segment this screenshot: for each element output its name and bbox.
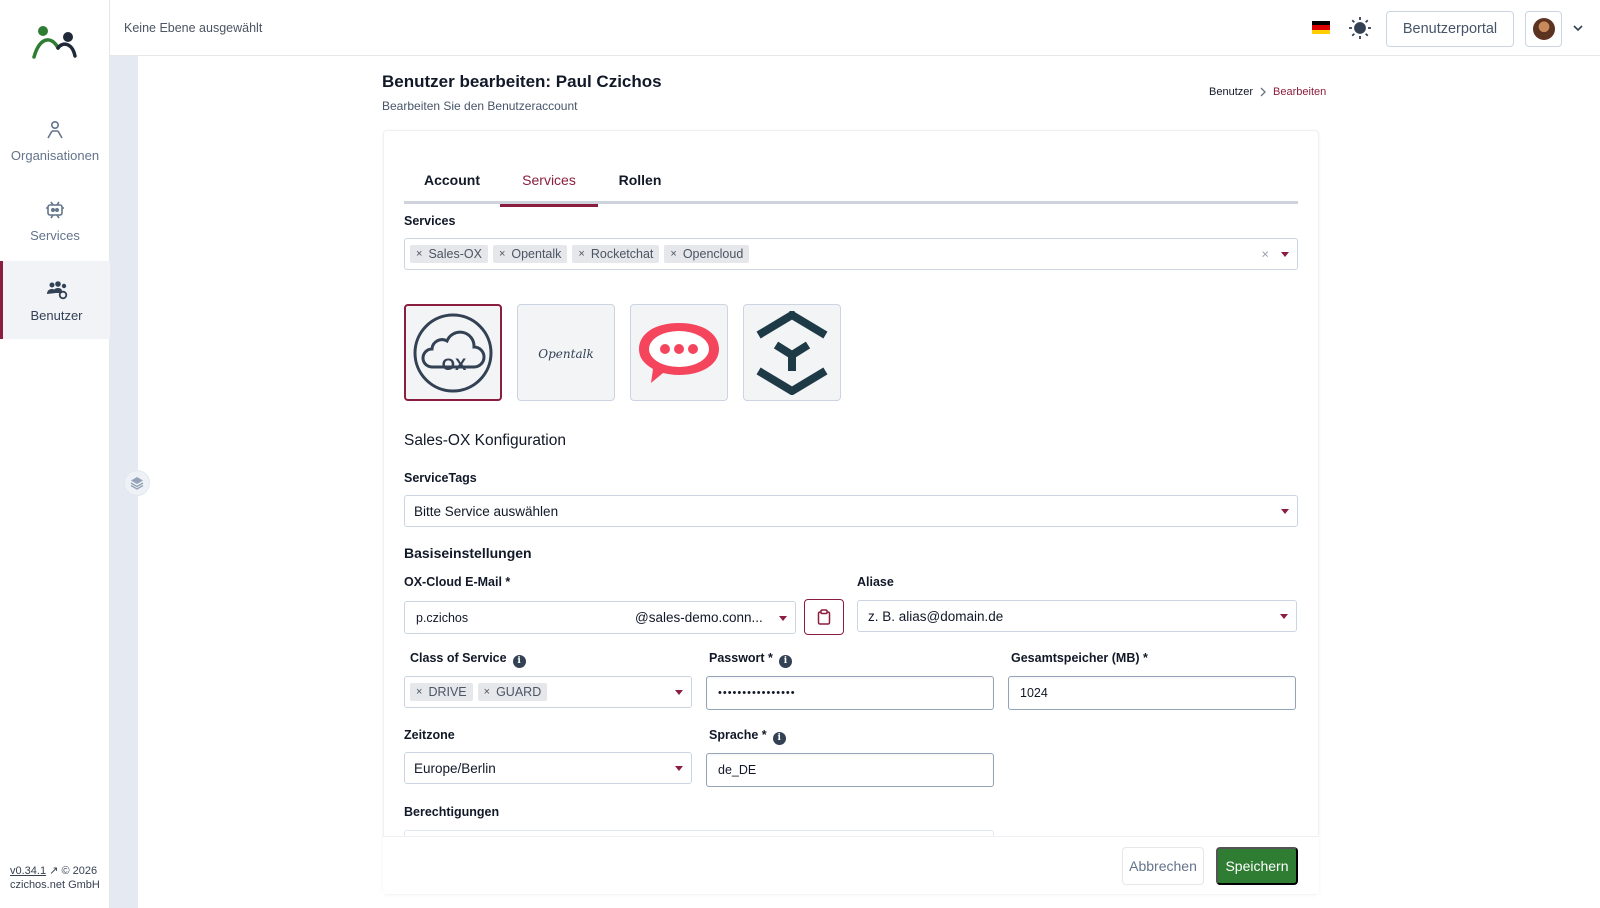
service-tile-opencloud[interactable] (743, 304, 841, 401)
cos-label: Class of Service i (410, 651, 526, 668)
version-link[interactable]: v0.34.1 (10, 865, 46, 877)
email-local-part[interactable]: p.czichos (416, 611, 468, 625)
permissions-label: Berechtigungen (404, 805, 500, 819)
page-subtitle: Bearbeiten Sie den Benutzeraccount (382, 99, 578, 113)
sidebar-item-services[interactable]: Services (0, 181, 110, 259)
chevron-down-icon[interactable] (1571, 21, 1585, 35)
basic-settings-title: Basiseinstellungen (404, 545, 532, 561)
sales-ox-config-title: Sales-OX Konfiguration (404, 432, 566, 449)
cancel-button[interactable]: Abbrechen (1122, 847, 1204, 885)
tab-rollen[interactable]: Rollen (598, 155, 682, 204)
dropdown-caret-icon[interactable] (779, 615, 787, 621)
sidebar-item-label: Organisationen (10, 147, 100, 163)
opencloud-logo (756, 310, 828, 395)
storage-field[interactable]: 1024 (1008, 676, 1296, 710)
service-tile-sales-ox[interactable]: OX (404, 304, 502, 401)
clipboard-icon (817, 609, 831, 625)
breadcrumb-benutzer[interactable]: Benutzer (1209, 86, 1253, 98)
sidebar-item-label: Benutzer (30, 307, 83, 323)
user-portal-button[interactable]: Benutzerportal (1386, 11, 1514, 47)
sidebar: Organisationen Services Benutzer v0.34.1… (0, 0, 110, 908)
sidebar-item-label: Services (30, 227, 80, 243)
timezone-value: Europe/Berlin (414, 760, 496, 776)
language-label: Sprache * i (709, 728, 786, 745)
remove-chip-icon[interactable]: × (499, 248, 505, 260)
service-chip[interactable]: × Sales-OX (410, 245, 488, 263)
cos-chip[interactable]: × GUARD (477, 683, 548, 701)
version-footer: v0.34.1 ↗ © 2026 czichos.net GmbH (10, 864, 100, 892)
tab-bar: Account Services Rollen (404, 155, 1298, 207)
svg-text:OX: OX (442, 355, 467, 374)
copy-email-button[interactable] (804, 599, 844, 635)
ox-cloud-logo: OX (413, 313, 493, 392)
remove-chip-icon[interactable]: × (416, 248, 422, 260)
breadcrumb-bearbeiten: Bearbeiten (1273, 86, 1327, 98)
remove-chip-icon[interactable]: × (578, 248, 584, 260)
opentalk-logo: Opentalk (538, 347, 593, 361)
servicetags-label: ServiceTags (404, 471, 477, 485)
service-tile-rocketchat[interactable] (630, 304, 728, 401)
language-field[interactable]: de_DE (706, 753, 994, 787)
layers-icon (130, 477, 144, 490)
servicetags-select[interactable]: Bitte Service auswählen (404, 495, 1298, 527)
services-icon (46, 201, 64, 218)
email-label: OX-Cloud E-Mail * (404, 575, 511, 589)
company-name: czichos.net GmbH (10, 879, 100, 891)
dropdown-caret-icon[interactable] (675, 690, 683, 695)
password-field[interactable]: •••••••••••••••• (706, 676, 994, 710)
german-flag-icon[interactable] (1312, 21, 1330, 34)
tab-services[interactable]: Services (500, 155, 598, 207)
organization-icon (47, 120, 63, 138)
info-icon[interactable]: i (772, 732, 786, 745)
servicetags-placeholder: Bitte Service auswählen (414, 503, 559, 519)
service-chip[interactable]: × Opentalk (492, 245, 568, 263)
dropdown-caret-icon[interactable] (1280, 614, 1288, 619)
dropdown-caret-icon[interactable] (1281, 509, 1289, 514)
timezone-label: Zeitzone (404, 728, 455, 742)
password-label: Passwort * i (709, 651, 792, 668)
info-icon[interactable]: i (512, 655, 526, 668)
alias-label: Aliase (857, 575, 894, 589)
cos-multiselect[interactable]: × DRIVE × GUARD (404, 676, 692, 708)
sidebar-item-organisationen[interactable]: Organisationen (0, 101, 110, 179)
services-label: Services (404, 214, 456, 228)
app-logo[interactable] (28, 22, 80, 64)
clear-all-icon[interactable]: × (1261, 247, 1269, 262)
dropdown-caret-icon[interactable] (675, 766, 683, 771)
email-field[interactable]: p.czichos @sales-demo.conn... (404, 601, 796, 634)
remove-chip-icon[interactable]: × (416, 686, 422, 698)
info-icon[interactable]: i (778, 655, 792, 668)
remove-chip-icon[interactable]: × (670, 248, 676, 260)
external-link-icon: ↗ (49, 865, 59, 877)
service-chip[interactable]: × Rocketchat (572, 245, 660, 263)
remove-chip-icon[interactable]: × (484, 686, 490, 698)
breadcrumb: Benutzer Bearbeiten (1209, 86, 1326, 98)
users-gear-icon (46, 280, 67, 299)
service-tile-opentalk[interactable]: Opentalk (517, 304, 615, 401)
service-chip[interactable]: × Opencloud (664, 245, 750, 263)
chevron-right-icon (1260, 87, 1266, 97)
timezone-select[interactable]: Europe/Berlin (404, 752, 692, 784)
theme-toggle-sun-icon[interactable] (1348, 16, 1372, 40)
alias-select[interactable]: z. B. alias@domain.de (857, 600, 1297, 632)
svg-text:Opentalk: Opentalk (538, 347, 593, 361)
avatar (1532, 18, 1555, 40)
sidebar-item-benutzer[interactable]: Benutzer (0, 261, 110, 339)
storage-label: Gesamtspeicher (MB) * (1011, 651, 1148, 665)
user-menu-button[interactable] (1525, 11, 1562, 47)
layers-toggle-button[interactable] (124, 470, 150, 496)
copyright-year: © 2026 (61, 865, 98, 877)
alias-placeholder: z. B. alias@domain.de (868, 608, 1004, 624)
services-multiselect[interactable]: × Sales-OX × Opentalk × Rocketchat × Openclo… (404, 238, 1298, 270)
layer-selection-text[interactable]: Keine Ebene ausgewählt (124, 21, 262, 35)
tab-account[interactable]: Account (404, 155, 500, 204)
topbar: Keine Ebene ausgewählt Benutzerportal (110, 0, 1600, 56)
page-title: Benutzer bearbeiten: Paul Czichos (382, 72, 662, 91)
save-button[interactable]: Speichern (1216, 847, 1298, 885)
dropdown-caret-icon[interactable] (1281, 252, 1289, 257)
cos-chip[interactable]: × DRIVE (410, 683, 473, 701)
rocketchat-logo (639, 322, 719, 383)
email-domain-select[interactable]: @sales-demo.conn... (635, 610, 763, 625)
